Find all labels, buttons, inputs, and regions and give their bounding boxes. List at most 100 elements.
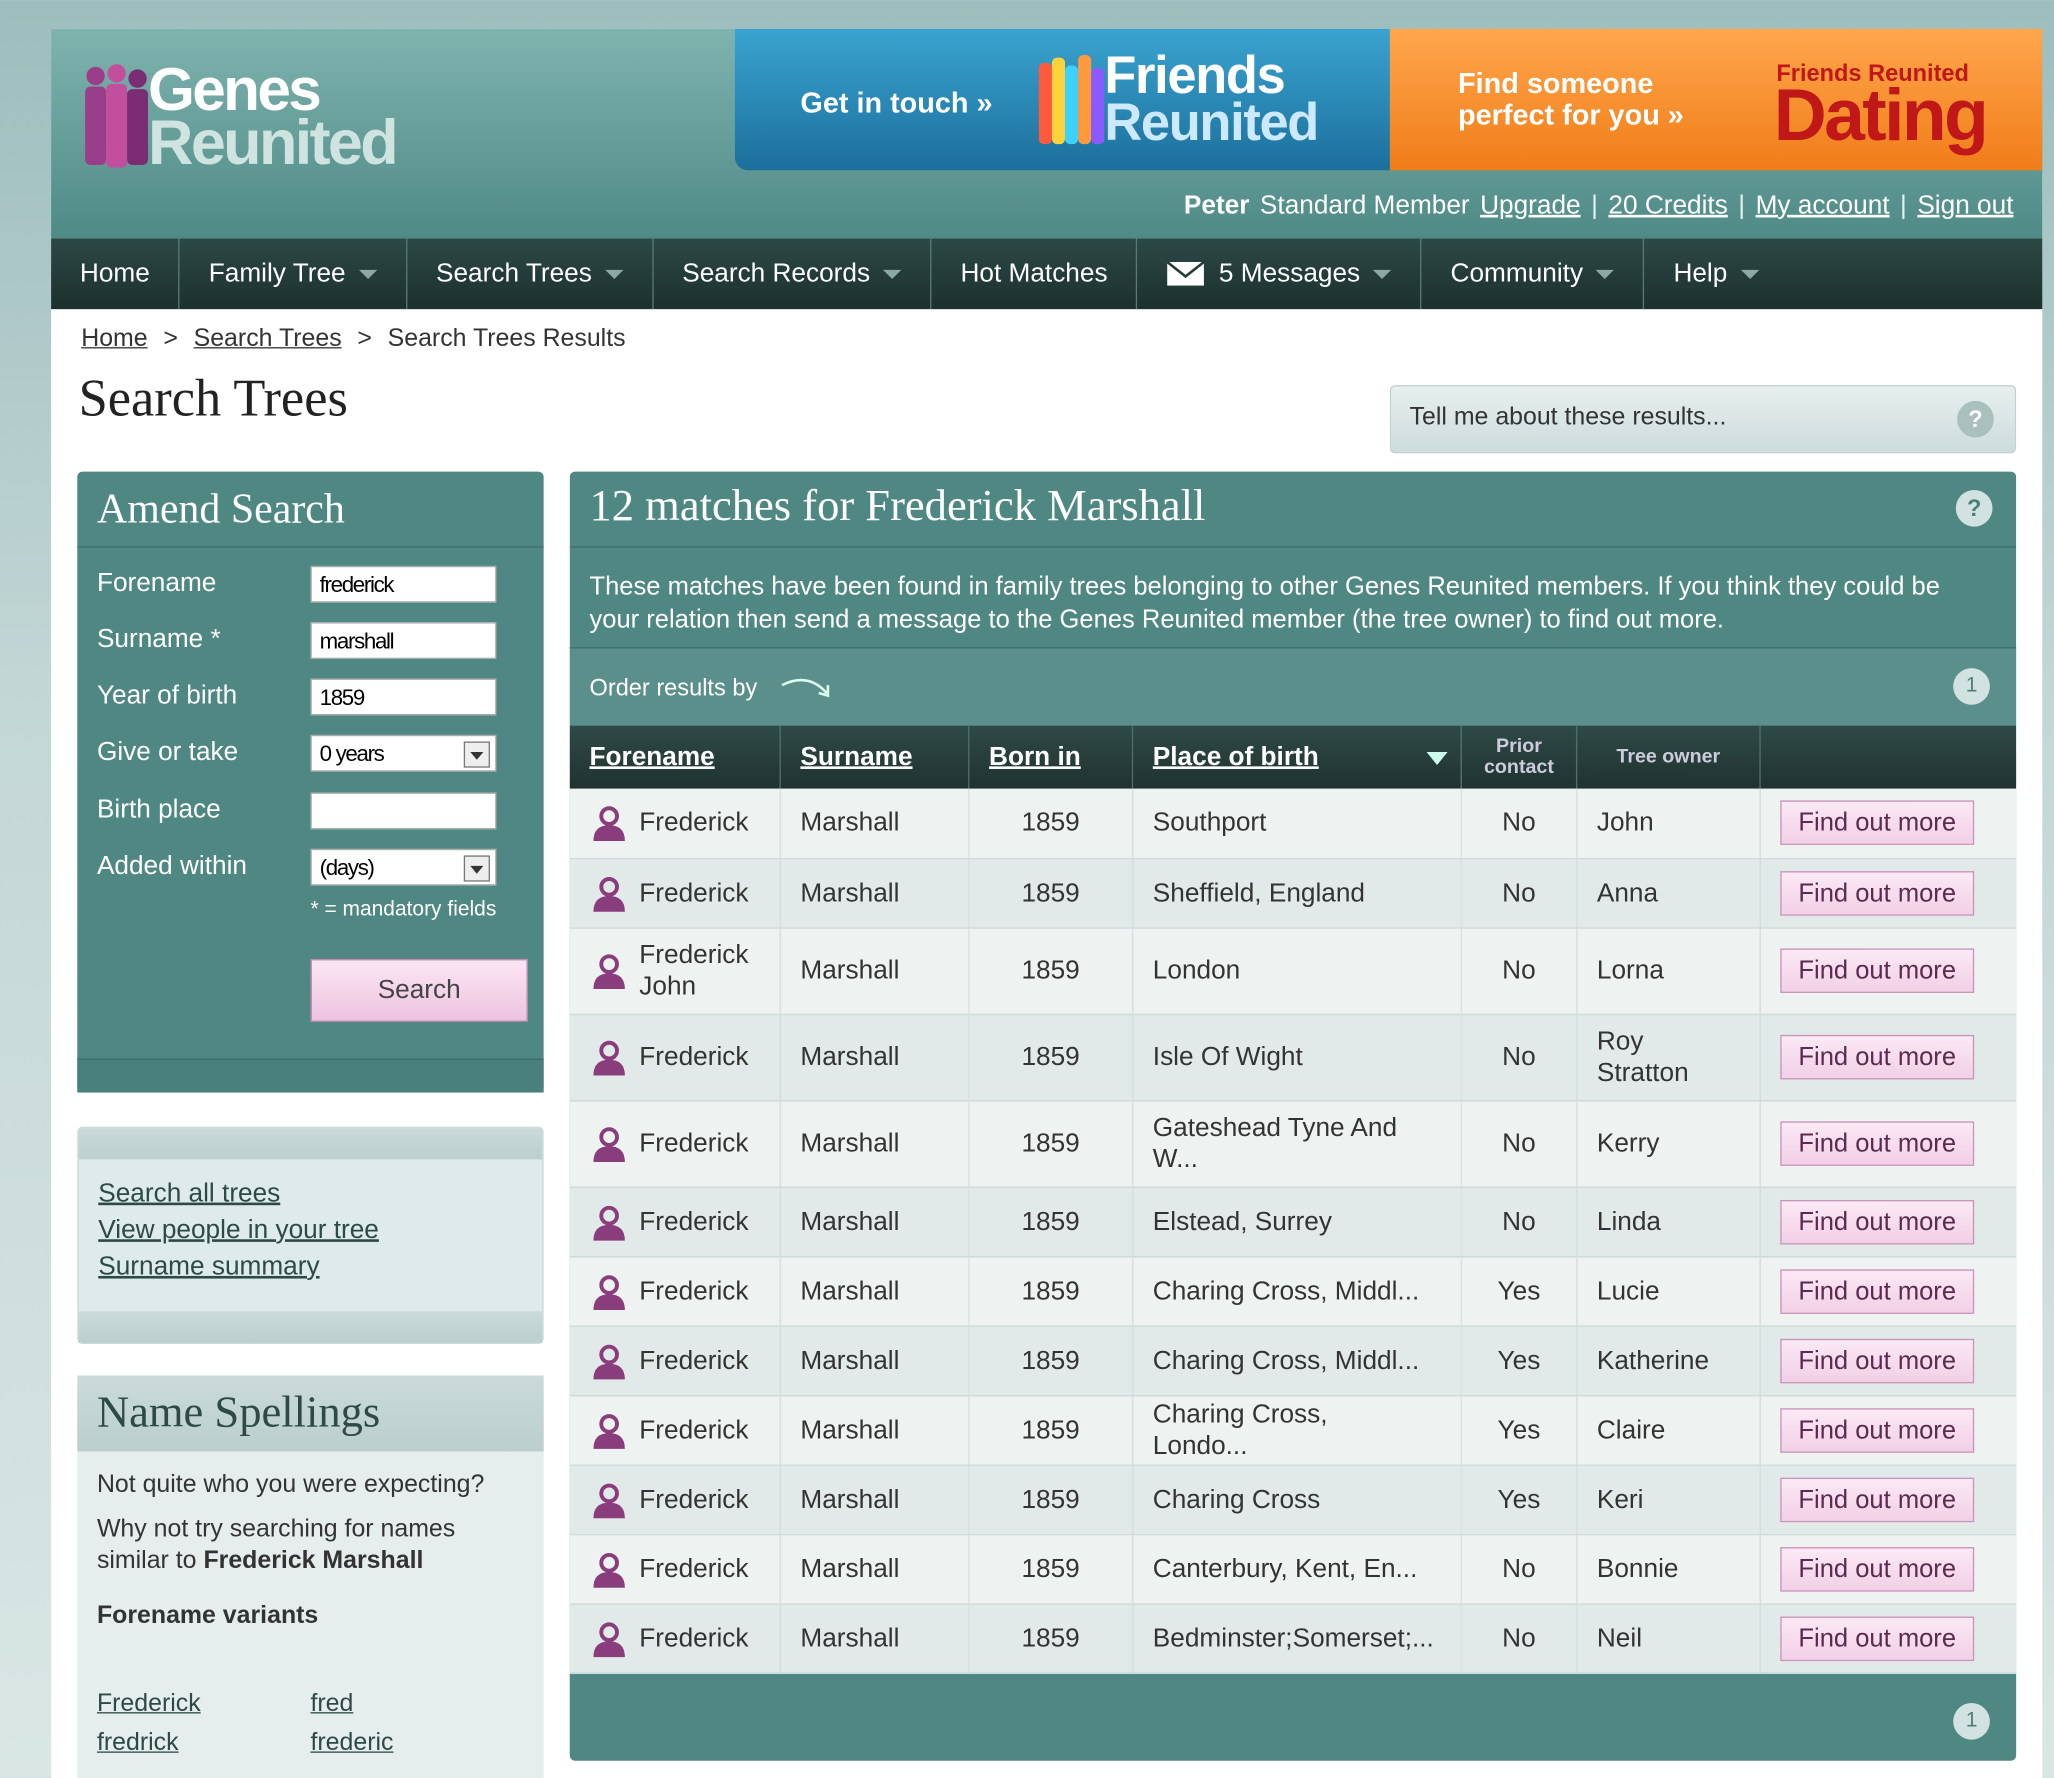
nav-messages[interactable]: 5 Messages [1138, 238, 1422, 310]
help-icon[interactable]: ? [1957, 400, 1994, 438]
page-number[interactable]: 1 [1953, 668, 1990, 705]
my-account-link[interactable]: My account [1756, 191, 1890, 221]
upgrade-link[interactable]: Upgrade [1480, 191, 1581, 221]
results-title: 12 matches for Frederick Marshall [569, 472, 2017, 548]
tree-owner-text: Kerry [1596, 1129, 1660, 1159]
variant-link[interactable]: frederic [310, 1729, 393, 1758]
sort-surname-link[interactable]: Surname [800, 742, 912, 771]
search-button[interactable]: Search [310, 958, 528, 1022]
breadcrumb-separator: > [163, 324, 178, 353]
cell-surname: Marshall [780, 1186, 970, 1257]
find-out-more-button[interactable]: Find out more [1780, 1546, 1975, 1591]
friends-figures-icon [1038, 55, 1105, 145]
nav-search-records[interactable]: Search Records [653, 238, 932, 310]
variant-link[interactable]: fred [310, 1690, 353, 1719]
dropdown-arrow-icon[interactable] [463, 741, 490, 768]
find-out-more-button[interactable]: Find out more [1780, 948, 1975, 993]
view-people-link[interactable]: View people in your tree [98, 1212, 542, 1249]
help-icon[interactable]: ? [1955, 489, 1993, 527]
forename-wrap: Frederick [590, 803, 760, 842]
cell-surname: Marshall [780, 1256, 970, 1327]
forename-input[interactable]: frederick [310, 565, 497, 603]
cell-action: Find out more [1759, 1100, 2017, 1188]
amend-search-title: Amend Search [77, 472, 544, 548]
nav-community[interactable]: Community [1422, 238, 1645, 310]
forename-text: Frederick [639, 878, 749, 908]
results-help-box[interactable]: Tell me about these results... ? [1389, 385, 2017, 454]
name-spellings-line1: Not quite who you were expecting? [96, 1471, 485, 1499]
surname-input[interactable]: marshall [310, 622, 497, 659]
chevron-down-icon [1740, 269, 1759, 279]
page: Genes Reunited Get in touch » Friends Reu… [51, 28, 2043, 1778]
nav-family-tree[interactable]: Family Tree [180, 238, 408, 310]
results-help-text: Tell me about these results... [1409, 403, 1727, 431]
find-out-more-button[interactable]: Find out more [1780, 1407, 1975, 1453]
sign-out-link[interactable]: Sign out [1917, 191, 2013, 221]
find-out-more-button[interactable]: Find out more [1780, 1121, 1975, 1166]
find-out-more-button[interactable]: Find out more [1780, 1199, 1975, 1244]
find-out-more-button[interactable]: Find out more [1780, 1268, 1975, 1314]
place-text: Elstead, Surrey [1152, 1207, 1332, 1236]
place-text: Charing Cross [1152, 1484, 1321, 1514]
page-number[interactable]: 1 [1953, 1702, 1990, 1740]
sort-place-link[interactable]: Place of birth [1153, 742, 1319, 771]
credits-link[interactable]: 20 Credits [1608, 191, 1727, 221]
nav-family-tree-label: Family Tree [208, 258, 346, 288]
find-out-more-button[interactable]: Find out more [1780, 870, 1975, 916]
curved-arrow-icon [781, 678, 830, 698]
name-spellings-title: Name Spellings [77, 1375, 544, 1452]
cell-prior-contact: No [1461, 927, 1578, 1015]
find-out-more-button[interactable]: Find out more [1780, 1477, 1975, 1522]
give-or-take-select[interactable]: 0 years [310, 734, 497, 772]
col-place[interactable]: Place of birth [1132, 725, 1462, 789]
col-prior-contact: Prior contact [1461, 725, 1578, 789]
dating-banner[interactable]: Find someone perfect for you » Friends R… [1389, 28, 2043, 171]
quick-links-panel: Search all trees View people in your tre… [77, 1126, 544, 1345]
nav-search-trees-label: Search Trees [436, 258, 592, 288]
sort-born-link[interactable]: Born in [989, 742, 1081, 771]
panel-footer [78, 1311, 543, 1343]
search-all-trees-link[interactable]: Search all trees [98, 1175, 542, 1212]
breadcrumb-search-trees[interactable]: Search Trees [194, 325, 342, 354]
cell-born: 1859 [968, 1534, 1134, 1605]
cell-action: Find out more [1759, 788, 2017, 859]
cell-place: Gateshead Tyne And W... [1132, 1100, 1462, 1188]
year-of-birth-input[interactable]: 1859 [310, 678, 497, 716]
nav-search-trees[interactable]: Search Trees [407, 238, 654, 310]
added-within-select[interactable]: (days) [310, 848, 497, 886]
nav-help[interactable]: Help [1645, 238, 1788, 309]
dropdown-arrow-icon[interactable] [463, 855, 490, 882]
nav-home[interactable]: Home [51, 238, 180, 310]
table-row: Frederick Marshall 1859 Charing Cross Yes Ker… [569, 1464, 2017, 1535]
find-out-more-button[interactable]: Find out more [1780, 1615, 1975, 1661]
birth-place-label: Birth place [96, 795, 221, 824]
surname-summary-link[interactable]: Surname summary [98, 1248, 542, 1285]
find-out-more-button[interactable]: Find out more [1780, 1034, 1975, 1080]
genes-reunited-logo[interactable]: Genes Reunited [80, 52, 447, 178]
sort-forename-link[interactable]: Forename [590, 742, 715, 771]
cell-tree-owner: Keri [1576, 1464, 1761, 1535]
find-out-more-button[interactable]: Find out more [1780, 1338, 1975, 1383]
cell-forename: Frederick [569, 1256, 781, 1327]
forename-text: Frederick [639, 1042, 749, 1072]
membership-level: Standard Member [1259, 191, 1470, 221]
header: Genes Reunited Get in touch » Friends Reu… [51, 28, 2043, 239]
family-figures-icon [85, 64, 149, 168]
col-surname[interactable]: Surname [780, 725, 970, 789]
breadcrumb-home[interactable]: Home [81, 325, 147, 354]
results-table: Forename Surname Born in Place of birth … [569, 725, 2017, 1674]
chevron-down-icon [1596, 269, 1615, 279]
variant-link[interactable]: Frederick [97, 1690, 201, 1719]
results-footer: 1 [569, 1674, 2017, 1761]
friends-reunited-banner[interactable]: Get in touch » Friends Reunited [734, 28, 1390, 171]
cell-born: 1859 [968, 858, 1134, 929]
col-forename[interactable]: Forename [569, 725, 781, 789]
cell-tree-owner: Kerry [1576, 1100, 1761, 1188]
col-born[interactable]: Born in [968, 725, 1134, 789]
nav-hot-matches[interactable]: Hot Matches [932, 238, 1138, 310]
cell-tree-owner: Lorna [1576, 927, 1761, 1015]
find-out-more-button[interactable]: Find out more [1780, 800, 1975, 846]
variant-link[interactable]: fredrick [97, 1729, 179, 1758]
forename-text: Frederick [639, 1554, 749, 1584]
birth-place-input[interactable] [310, 792, 497, 830]
